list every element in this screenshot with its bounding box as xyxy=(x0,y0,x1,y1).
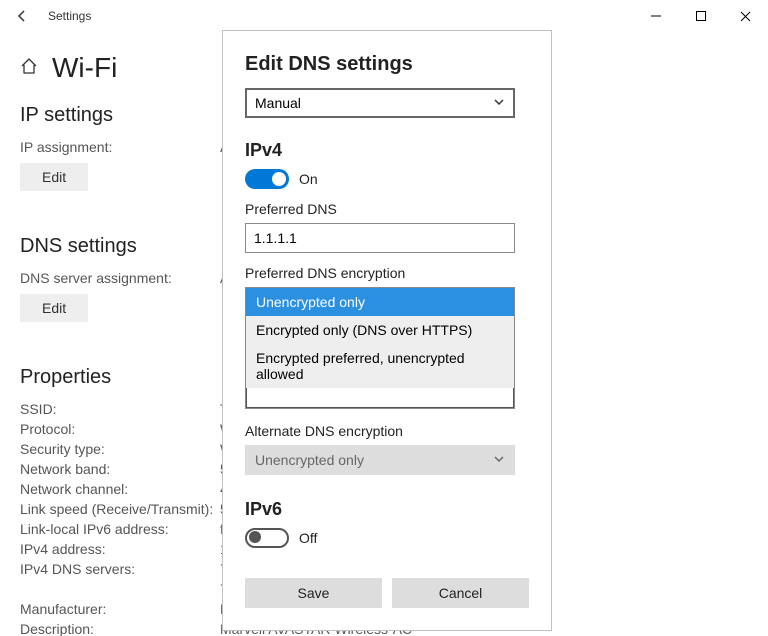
mode-combo[interactable]: Manual xyxy=(245,88,515,118)
page-title: Wi-Fi xyxy=(52,52,117,84)
property-label: SSID: xyxy=(20,401,220,417)
ipv4-toggle-row: On xyxy=(245,169,529,189)
preferred-enc-label: Preferred DNS encryption xyxy=(245,265,529,281)
window-controls xyxy=(633,0,768,32)
ip-assignment-label: IP assignment: xyxy=(20,139,220,155)
ip-edit-button[interactable]: Edit xyxy=(20,163,88,191)
enc-option[interactable]: Unencrypted only xyxy=(246,288,514,316)
dns-assignment-label: DNS server assignment: xyxy=(20,270,220,286)
save-button[interactable]: Save xyxy=(245,578,382,608)
maximize-button[interactable] xyxy=(678,0,723,32)
preferred-enc-options: Unencrypted onlyEncrypted only (DNS over… xyxy=(246,288,514,388)
minimize-button[interactable] xyxy=(633,0,678,32)
property-label: Manufacturer: xyxy=(20,601,220,617)
enc-option[interactable]: Encrypted preferred, unencrypted allowed xyxy=(246,344,514,388)
ipv6-toggle-row: Off xyxy=(245,528,529,548)
edit-dns-modal: Edit DNS settings Manual IPv4 On Preferr… xyxy=(222,30,552,631)
ipv4-title: IPv4 xyxy=(245,140,529,161)
home-icon[interactable] xyxy=(20,57,38,80)
preferred-enc-combo[interactable]: Unencrypted onlyEncrypted only (DNS over… xyxy=(245,287,515,409)
property-label: Security type: xyxy=(20,441,220,457)
alternate-enc-combo[interactable]: Unencrypted only xyxy=(245,445,515,475)
enc-option[interactable]: Encrypted only (DNS over HTTPS) xyxy=(246,316,514,344)
ipv6-toggle[interactable] xyxy=(245,528,289,548)
ipv6-title: IPv6 xyxy=(245,499,529,520)
chevron-down-icon xyxy=(493,95,505,111)
modal-title: Edit DNS settings xyxy=(245,53,529,76)
dns-edit-button[interactable]: Edit xyxy=(20,294,88,322)
preferred-dns-label: Preferred DNS xyxy=(245,201,529,217)
property-label: Network band: xyxy=(20,461,220,477)
property-label: Description: xyxy=(20,621,220,636)
property-label: Network channel: xyxy=(20,481,220,497)
app-name: Settings xyxy=(48,9,91,23)
property-label: Protocol: xyxy=(20,421,220,437)
preferred-enc-input-slot[interactable] xyxy=(246,388,514,408)
close-button[interactable] xyxy=(723,0,768,32)
ipv4-toggle[interactable] xyxy=(245,169,289,189)
chevron-down-icon xyxy=(493,452,505,468)
ipv6-toggle-label: Off xyxy=(299,530,317,546)
alternate-enc-value: Unencrypted only xyxy=(255,452,364,468)
mode-combo-value: Manual xyxy=(255,95,301,111)
property-label: IPv4 DNS servers: xyxy=(20,561,220,577)
alternate-enc-label: Alternate DNS encryption xyxy=(245,423,529,439)
modal-button-row: Save Cancel xyxy=(245,578,529,608)
property-label: Link speed (Receive/Transmit): xyxy=(20,501,220,517)
ipv4-toggle-label: On xyxy=(299,171,318,187)
property-label: Link-local IPv6 address: xyxy=(20,521,220,537)
cancel-button[interactable]: Cancel xyxy=(392,578,529,608)
property-label: IPv4 address: xyxy=(20,541,220,557)
titlebar: Settings xyxy=(0,0,768,32)
preferred-dns-input[interactable] xyxy=(245,223,515,253)
back-button[interactable] xyxy=(8,2,36,30)
